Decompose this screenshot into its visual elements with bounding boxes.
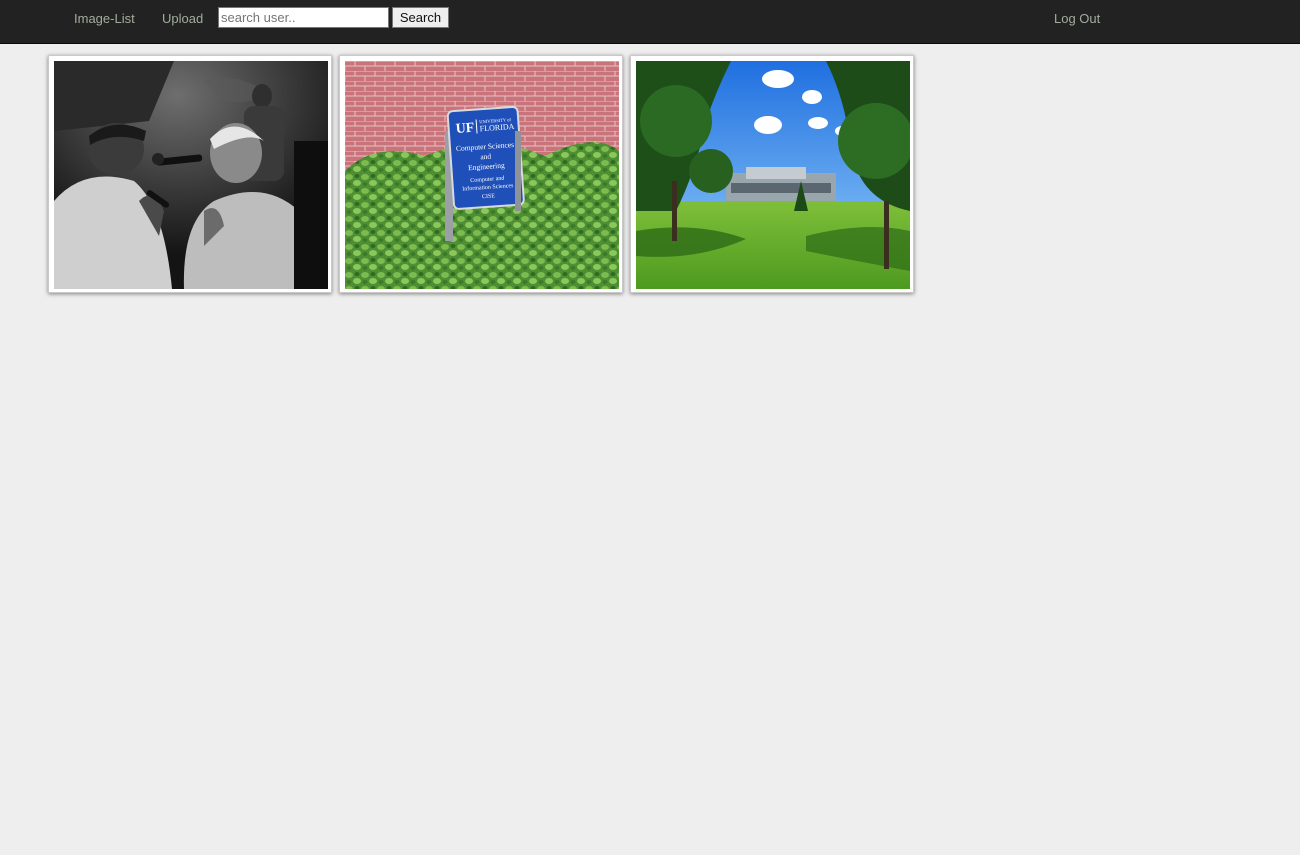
gallery-thumbnail-concert[interactable] [48,55,332,293]
sign-line-2: and [480,152,492,162]
concert-photo [54,61,328,289]
logout-link[interactable]: Log Out [1054,11,1100,27]
nav-upload-link[interactable]: Upload [162,11,203,27]
gallery-thumbnail-sign[interactable]: UF UNIVERSITY of FLORIDA Computer Scienc… [339,55,623,293]
uf-sign-photo: UF UNIVERSITY of FLORIDA Computer Scienc… [345,61,619,289]
top-navbar: Image-List Upload Search Log Out [0,0,1300,44]
nav-image-list-link[interactable]: Image-List [74,11,135,27]
campus-photo [636,61,910,289]
sign-logo: UF [455,121,475,137]
gallery-thumbnail-campus[interactable] [630,55,914,293]
search-button[interactable]: Search [392,7,449,28]
sign-line-6: CISE [482,193,496,200]
search-user-input[interactable] [218,7,389,28]
